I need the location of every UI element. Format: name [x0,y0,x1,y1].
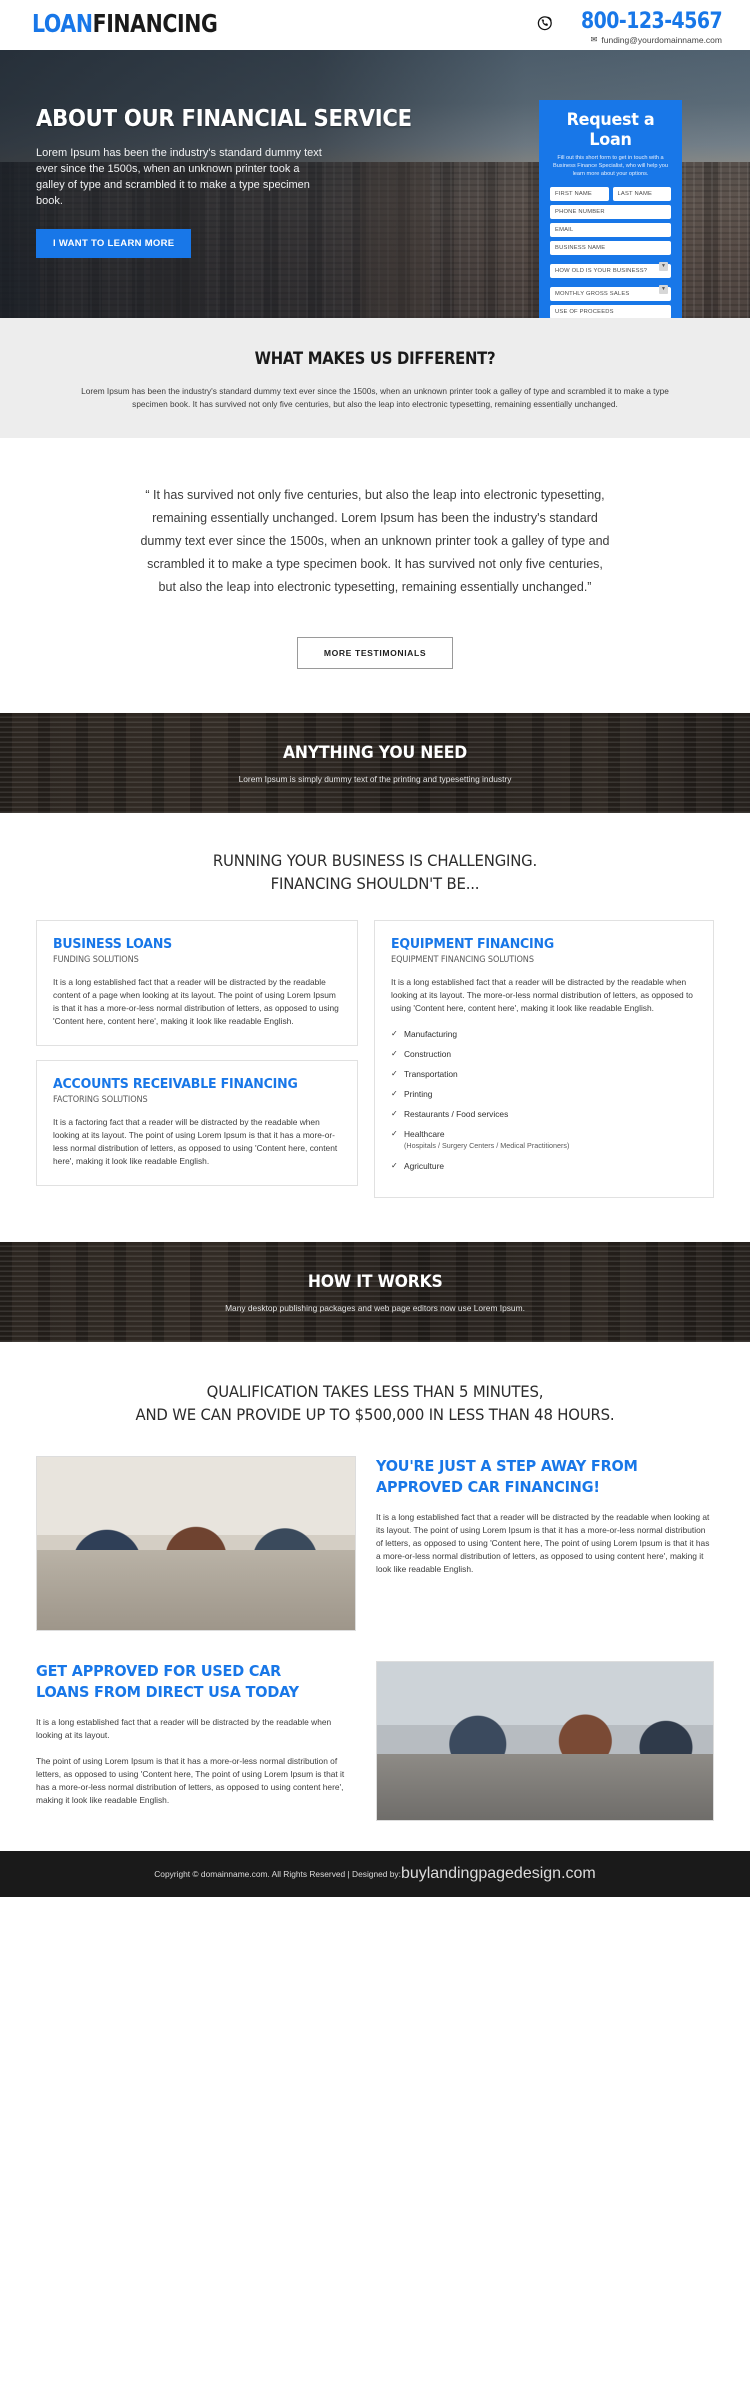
block1-body: It is a long established fact that a rea… [376,1512,710,1574]
block1-title: YOU'RE JUST A STEP AWAY FROM APPROVED CA… [376,1457,638,1496]
different-section: WHAT MAKES US DIFFERENT? Lorem Ipsum has… [0,318,750,438]
equipment-industry-list: ✓ Manufacturing ✓ Construction ✓ Transportati… [391,1028,697,1172]
phone-icon [537,15,552,30]
list-item: ✓ Printing [391,1089,433,1099]
list-item: ✓ Restaurants / Food services [391,1109,509,1119]
list-item: ✓ Transportation [391,1069,458,1079]
phone-row[interactable]: 800-123-4567 [537,11,723,33]
last-name-input[interactable] [612,187,671,201]
check-icon: ✓ [391,1029,398,1038]
email-input[interactable] [550,223,671,237]
card-body: It is a factoring fact that a reader wil… [53,1117,338,1166]
card-title: ACCOUNTS RECEIVABLE FINANCING [53,1076,298,1092]
testimonial-section: “ It has survived not only five centurie… [0,438,750,713]
block2-body-1: It is a long established fact that a rea… [36,1717,332,1740]
phone-number-input[interactable] [550,205,671,219]
different-title: WHAT MAKES US DIFFERENT? [254,349,496,368]
site-logo[interactable]: LOANFINANCING [32,9,218,38]
anything-banner-title: ANYTHING YOU NEED [283,742,467,763]
how-it-works-subtitle: Many desktop publishing packages and web… [225,1302,525,1313]
services-section: RUNNING YOUR BUSINESS IS CHALLENGING. FI… [0,813,750,1242]
qualification-block-1: YOU'RE JUST A STEP AWAY FROM APPROVED CA… [36,1456,714,1631]
phone-number[interactable]: 800-123-4567 [581,11,723,33]
anything-you-need-banner: ANYTHING YOU NEED Lorem Ipsum is simply … [0,713,750,813]
office-team-photo [376,1661,714,1821]
chevron-down-icon[interactable]: ▼ [659,284,668,294]
qualification-section: QUALIFICATION TAKES LESS THAN 5 MINUTES,… [0,1342,750,1851]
check-icon: ✓ [391,1089,398,1098]
check-icon: ✓ [391,1129,398,1138]
email-address[interactable]: funding@yourdomainname.com [601,35,722,45]
qualification-heading-line1: QUALIFICATION TAKES LESS THAN 5 MINUTES, [206,1382,544,1401]
email-row[interactable]: ✉ funding@yourdomainname.com [537,35,722,45]
check-icon: ✓ [391,1069,398,1078]
card-title: EQUIPMENT FINANCING [391,936,554,952]
business-age-select[interactable] [550,264,671,278]
learn-more-button[interactable]: I WANT TO LEARN MORE [36,229,192,258]
how-it-works-banner: HOW IT WORKS Many desktop publishing pac… [0,1242,750,1342]
list-item: ✓ Construction [391,1049,452,1059]
header-contact: 800-123-4567 ✉ funding@yourdomainname.co… [537,10,723,45]
card-equipment-financing: EQUIPMENT FINANCING EQUIPMENT FINANCING … [374,920,714,1198]
services-heading-line1: RUNNING YOUR BUSINESS IS CHALLENGING. [212,851,538,870]
card-business-loans: BUSINESS LOANS FUNDING SOLUTIONS It is a… [36,920,358,1046]
list-item-note: (Hospitals / Surgery Centers / Medical P… [404,1141,570,1150]
how-it-works-title: HOW IT WORKS [307,1271,443,1292]
logo-word-secondary: FINANCING [92,9,218,38]
site-header: LOANFINANCING 800-123-4567 ✉ funding@you… [0,0,750,50]
site-footer: Copyright © domainname.com. All Rights R… [0,1851,750,1897]
qualification-heading-line2: AND WE CAN PROVIDE UP TO $500,000 IN LES… [135,1405,615,1424]
list-item: ✓ Agriculture [391,1161,445,1171]
card-subtitle: EQUIPMENT FINANCING SOLUTIONS [391,955,534,965]
block2-body-2: The point of using Lorem Ipsum is that i… [36,1756,345,1805]
card-body: It is a long established fact that a rea… [53,977,339,1026]
footer-copyright: Copyright © domainname.com. All Rights R… [154,1869,401,1879]
form-title: Request a Loan [566,110,655,150]
testimonial-quote: “ It has survived not only five centurie… [140,488,610,594]
first-name-input[interactable] [550,187,609,201]
envelope-icon: ✉ [590,35,598,44]
landing-page: LOANFINANCING 800-123-4567 ✉ funding@you… [0,0,750,1897]
check-icon: ✓ [391,1161,398,1170]
card-accounts-receivable-financing: ACCOUNTS RECEIVABLE FINANCING FACTORING … [36,1060,358,1186]
handshake-meeting-photo [36,1456,356,1631]
banner-background-image [0,1242,750,1342]
hero-subtitle: Lorem Ipsum has been the industry's stan… [36,147,322,207]
designer-link[interactable]: buylandingpagedesign.com [401,1865,596,1883]
banner-background-image [0,713,750,813]
more-testimonials-button[interactable]: MORE TESTIMONIALS [296,637,454,669]
block2-title: GET APPROVED FOR USED CAR LOANS FROM DIR… [36,1662,299,1701]
services-heading-line2: FINANCING SHOULDN'T BE... [270,874,480,893]
different-body: Lorem Ipsum has been the industry's stan… [81,386,669,409]
chevron-down-icon[interactable]: ▼ [659,261,668,271]
services-heading: RUNNING YOUR BUSINESS IS CHALLENGING. FI… [26,849,724,895]
request-loan-form: Request a Loan Fill out this short form … [539,100,682,318]
list-item: ✓ Manufacturing [391,1029,458,1039]
card-body: It is a long established fact that a rea… [391,977,693,1013]
card-title: BUSINESS LOANS [53,936,173,952]
check-icon: ✓ [391,1109,398,1118]
hero-section: ABOUT OUR FINANCIAL SERVICE Lorem Ipsum … [0,50,750,318]
form-description: Fill out this short form to get in touch… [552,155,669,177]
logo-word-primary: LOAN [32,9,93,38]
monthly-gross-sales-select[interactable] [550,287,671,301]
hero-title: ABOUT OUR FINANCIAL SERVICE [36,104,412,132]
qualification-heading: QUALIFICATION TAKES LESS THAN 5 MINUTES,… [26,1380,724,1426]
use-of-proceeds-input[interactable] [550,305,671,318]
card-subtitle: FACTORING SOLUTIONS [53,1095,148,1105]
card-subtitle: FUNDING SOLUTIONS [53,955,139,965]
anything-banner-subtitle: Lorem Ipsum is simply dummy text of the … [238,773,512,784]
business-name-input[interactable] [550,241,671,255]
qualification-block-2: GET APPROVED FOR USED CAR LOANS FROM DIR… [36,1661,714,1821]
check-icon: ✓ [391,1049,398,1058]
list-item: ✓ Healthcare (Hospitals / Surgery Centers … [391,1128,697,1152]
